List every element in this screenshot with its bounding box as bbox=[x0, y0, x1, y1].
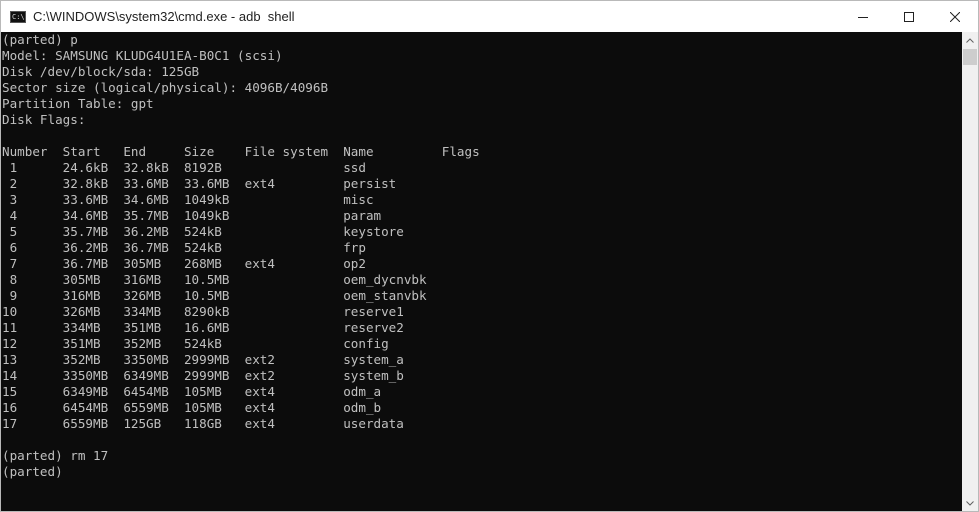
window-title: C:\WINDOWS\system32\cmd.exe - adb shell bbox=[33, 9, 295, 24]
close-icon bbox=[950, 11, 960, 22]
scroll-down-button[interactable] bbox=[962, 495, 978, 511]
maximize-button[interactable] bbox=[886, 1, 932, 32]
cmd-window: C:\ C:\WINDOWS\system32\cmd.exe - adb sh… bbox=[0, 0, 979, 512]
close-button[interactable] bbox=[932, 1, 978, 32]
window-controls bbox=[840, 1, 978, 32]
cmd-app-icon[interactable]: C:\ bbox=[10, 10, 26, 23]
minimize-icon bbox=[858, 16, 868, 18]
maximize-icon bbox=[904, 11, 914, 22]
title-bar[interactable]: C:\ C:\WINDOWS\system32\cmd.exe - adb sh… bbox=[1, 1, 978, 32]
console-text: (parted) p Model: SAMSUNG KLUDG4U1EA-B0C… bbox=[2, 32, 480, 479]
chevron-down-icon bbox=[966, 500, 974, 506]
console-output[interactable]: (parted) p Model: SAMSUNG KLUDG4U1EA-B0C… bbox=[1, 32, 962, 511]
scroll-up-button[interactable] bbox=[962, 32, 978, 48]
minimize-button[interactable] bbox=[840, 1, 886, 32]
vertical-scrollbar[interactable] bbox=[962, 32, 978, 511]
chevron-up-icon bbox=[966, 37, 974, 43]
scroll-thumb[interactable] bbox=[963, 49, 977, 65]
